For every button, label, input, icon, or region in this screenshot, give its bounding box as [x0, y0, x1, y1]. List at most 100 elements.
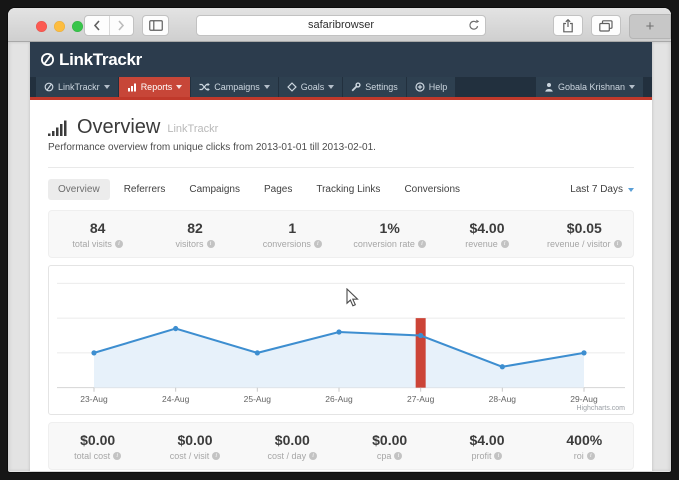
tab-campaigns[interactable]: Campaigns	[179, 179, 250, 200]
signal-bars-icon	[48, 120, 70, 137]
new-tab-button[interactable]: +	[629, 14, 671, 39]
brand-name: LinkTrackr	[59, 50, 142, 70]
reload-button[interactable]	[468, 19, 480, 32]
globe-icon	[44, 82, 54, 92]
info-icon[interactable]: i	[494, 452, 502, 460]
tab-pages[interactable]: Pages	[254, 179, 302, 200]
stat-total-visits: 84 total visitsi	[49, 220, 146, 249]
zoom-window-button[interactable]	[72, 21, 83, 32]
info-icon[interactable]: i	[587, 452, 595, 460]
svg-text:27-Aug: 27-Aug	[407, 394, 435, 404]
stat-label: total cost	[74, 451, 110, 461]
menu-label: LinkTrackr	[58, 82, 100, 92]
page-content: Overview LinkTrackr Performance overview…	[30, 100, 652, 470]
tab-overview[interactable]: Overview	[48, 179, 110, 200]
stat-value: $0.05	[536, 220, 633, 236]
stat-label: visitors	[175, 239, 203, 249]
reload-icon	[468, 19, 480, 32]
svg-text:Highcharts.com: Highcharts.com	[576, 405, 625, 412]
stat-total-cost: $0.00 total costi	[49, 432, 146, 461]
menu-item-reports[interactable]: Reports	[119, 77, 191, 97]
caret-down-icon	[628, 188, 634, 192]
menu-item-help[interactable]: Help	[407, 77, 456, 97]
page-viewport: LinkTrackr LinkTrackr Reports Campaigns	[8, 42, 671, 471]
tab-referrers[interactable]: Referrers	[114, 179, 176, 200]
stat-label: conversions	[263, 239, 311, 249]
stat-value: 1	[244, 220, 341, 236]
minimize-window-button[interactable]	[54, 21, 65, 32]
page-subtitle: Performance overview from unique clicks …	[48, 142, 634, 153]
caret-down-icon	[629, 85, 635, 89]
stat-label: revenue / visitor	[547, 239, 611, 249]
info-icon[interactable]: i	[207, 240, 215, 248]
svg-text:25-Aug: 25-Aug	[244, 394, 272, 404]
menu-item-goals[interactable]: Goals	[279, 77, 343, 97]
stat-value: 400%	[536, 432, 633, 448]
caret-down-icon	[328, 85, 334, 89]
main-menu: LinkTrackr Reports Campaigns Goals	[30, 77, 652, 97]
stat-value: $4.00	[438, 432, 535, 448]
menu-item-linktrackr[interactable]: LinkTrackr	[36, 77, 118, 97]
page-title-suffix: LinkTrackr	[167, 123, 218, 137]
stat-cost-day: $0.00 cost / dayi	[244, 432, 341, 461]
date-range-selector[interactable]: Last 7 Days	[570, 184, 634, 195]
info-icon[interactable]: i	[394, 452, 402, 460]
back-button[interactable]	[85, 16, 109, 35]
stat-profit: $4.00 profiti	[438, 432, 535, 461]
tab-tracking-links[interactable]: Tracking Links	[306, 179, 390, 200]
traffic-stats-card: 84 total visitsi 82 visitorsi 1 conversi…	[48, 210, 634, 258]
info-icon[interactable]: i	[212, 452, 220, 460]
info-icon[interactable]: i	[418, 240, 426, 248]
svg-text:24-Aug: 24-Aug	[162, 394, 190, 404]
stat-value: $0.00	[341, 432, 438, 448]
info-icon[interactable]: i	[115, 240, 123, 248]
sidebar-toggle-button[interactable]	[142, 15, 169, 36]
info-icon[interactable]: i	[113, 452, 121, 460]
close-window-button[interactable]	[36, 21, 47, 32]
window-controls	[36, 21, 83, 32]
cost-stats-card: $0.00 total costi $0.00 cost / visiti $0…	[48, 422, 634, 470]
forward-button[interactable]	[109, 16, 134, 35]
overview-chart-svg: 23-Aug24-Aug25-Aug26-Aug27-Aug28-Aug29-A…	[49, 266, 633, 414]
show-tabs-button[interactable]	[591, 15, 621, 36]
tab-conversions[interactable]: Conversions	[394, 179, 470, 200]
user-icon	[544, 82, 554, 92]
stat-value: $4.00	[438, 220, 535, 236]
tabs-overview-icon	[599, 20, 613, 32]
stat-label: cpa	[377, 451, 392, 461]
info-icon[interactable]: i	[501, 240, 509, 248]
stat-roi: 400% roii	[536, 432, 633, 461]
info-icon[interactable]: i	[314, 240, 322, 248]
menu-label: Settings	[365, 82, 398, 92]
info-icon[interactable]: i	[614, 240, 622, 248]
stat-label: revenue	[465, 239, 498, 249]
history-nav-buttons	[84, 15, 134, 36]
user-menu[interactable]: Gobala Krishnan	[536, 77, 643, 97]
sidebar-icon	[149, 20, 163, 31]
info-icon[interactable]: i	[309, 452, 317, 460]
stat-revenue-visitor: $0.05 revenue / visitori	[536, 220, 633, 249]
stat-revenue: $4.00 revenuei	[438, 220, 535, 249]
address-bar[interactable]: safaribrowser	[196, 15, 486, 36]
menu-item-settings[interactable]: Settings	[343, 77, 406, 97]
caret-down-icon	[104, 85, 110, 89]
wrench-icon	[351, 82, 361, 92]
stat-cost-visit: $0.00 cost / visiti	[146, 432, 243, 461]
brand-logo[interactable]: LinkTrackr	[39, 50, 142, 70]
svg-text:23-Aug: 23-Aug	[80, 394, 108, 404]
page-title: Overview	[77, 117, 160, 137]
linktrackr-app: LinkTrackr LinkTrackr Reports Campaigns	[30, 42, 652, 471]
help-circle-icon	[415, 82, 425, 92]
stat-value: $0.00	[146, 432, 243, 448]
share-button[interactable]	[553, 15, 583, 36]
stat-label: roi	[574, 451, 584, 461]
browser-window: safaribrowser + LinkTrackr	[8, 8, 671, 472]
browser-titlebar: safaribrowser +	[8, 8, 671, 42]
svg-text:26-Aug: 26-Aug	[325, 394, 353, 404]
svg-text:28-Aug: 28-Aug	[489, 394, 517, 404]
report-tabs: Overview Referrers Campaigns Pages Track…	[48, 179, 634, 200]
bar-chart-icon	[127, 82, 137, 92]
menu-item-campaigns[interactable]: Campaigns	[191, 77, 278, 97]
stat-conversion-rate: 1% conversion ratei	[341, 220, 438, 249]
stat-visitors: 82 visitorsi	[146, 220, 243, 249]
